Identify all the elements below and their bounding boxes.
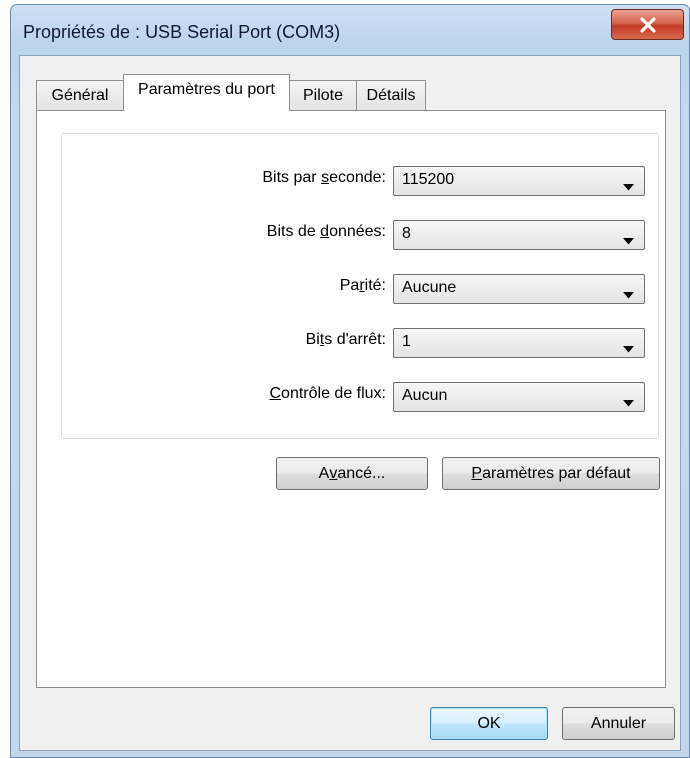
- data-bits-row: Bits de données: 8: [62, 220, 658, 250]
- bits-per-second-label: Bits par seconde:: [262, 169, 386, 186]
- advanced-button[interactable]: Av ancé...: [276, 457, 428, 490]
- data-bits-label: Bits de données:: [266, 223, 386, 240]
- flow-control-row: Contrôle de flux: Aucun: [62, 382, 658, 412]
- chevron-down-icon: [623, 394, 634, 412]
- stop-bits-row: Bits d'arrêt: 1: [62, 328, 658, 358]
- tab-driver[interactable]: Pilote: [289, 80, 357, 110]
- stop-bits-label: Bits d'arrêt:: [305, 331, 386, 348]
- tab-details[interactable]: Détails: [356, 80, 426, 110]
- data-bits-value: 8: [402, 225, 411, 242]
- chevron-down-icon: [623, 340, 634, 358]
- bits-per-second-select[interactable]: 115200: [393, 166, 645, 196]
- chevron-down-icon: [623, 286, 634, 304]
- title-bar[interactable]: Propriétés de : USB Serial Port (COM3): [11, 5, 689, 61]
- flow-control-select[interactable]: Aucun: [393, 382, 645, 412]
- chevron-down-icon: [623, 232, 634, 250]
- tab-port-settings[interactable]: Paramètres du port: [123, 74, 290, 111]
- ok-button[interactable]: OK: [430, 707, 548, 740]
- dialog-client-area: Général Paramètres du port Pilote Détail…: [19, 55, 681, 751]
- flow-control-label: Contrôle de flux:: [269, 385, 386, 402]
- flow-control-value: Aucun: [402, 387, 448, 404]
- chevron-down-icon: [623, 178, 634, 196]
- close-icon: [639, 16, 657, 33]
- window-title: Propriétés de : USB Serial Port (COM3): [23, 22, 341, 42]
- stop-bits-value: 1: [402, 333, 411, 350]
- tab-strip: Général Paramètres du port Pilote Détail…: [36, 74, 636, 114]
- restore-defaults-button[interactable]: Paramètres par défaut: [442, 457, 660, 490]
- bits-per-second-value: 115200: [402, 171, 455, 188]
- parity-row: Parité: Aucune: [62, 274, 658, 304]
- properties-window: Propriétés de : USB Serial Port (COM3) G…: [10, 4, 690, 758]
- parity-label: Parité:: [339, 277, 386, 294]
- data-bits-select[interactable]: 8: [393, 220, 645, 250]
- settings-group: Bits par seconde: 115200 Bits de données…: [61, 133, 659, 439]
- port-settings-panel: Bits par seconde: 115200 Bits de données…: [36, 110, 666, 688]
- tab-general[interactable]: Général: [36, 80, 124, 110]
- bits-per-second-row: Bits par seconde: 115200: [62, 166, 658, 196]
- cancel-button[interactable]: Annuler: [562, 707, 675, 740]
- stop-bits-select[interactable]: 1: [393, 328, 645, 358]
- parity-select[interactable]: Aucune: [393, 274, 645, 304]
- parity-value: Aucune: [402, 279, 457, 296]
- close-button[interactable]: [611, 9, 684, 40]
